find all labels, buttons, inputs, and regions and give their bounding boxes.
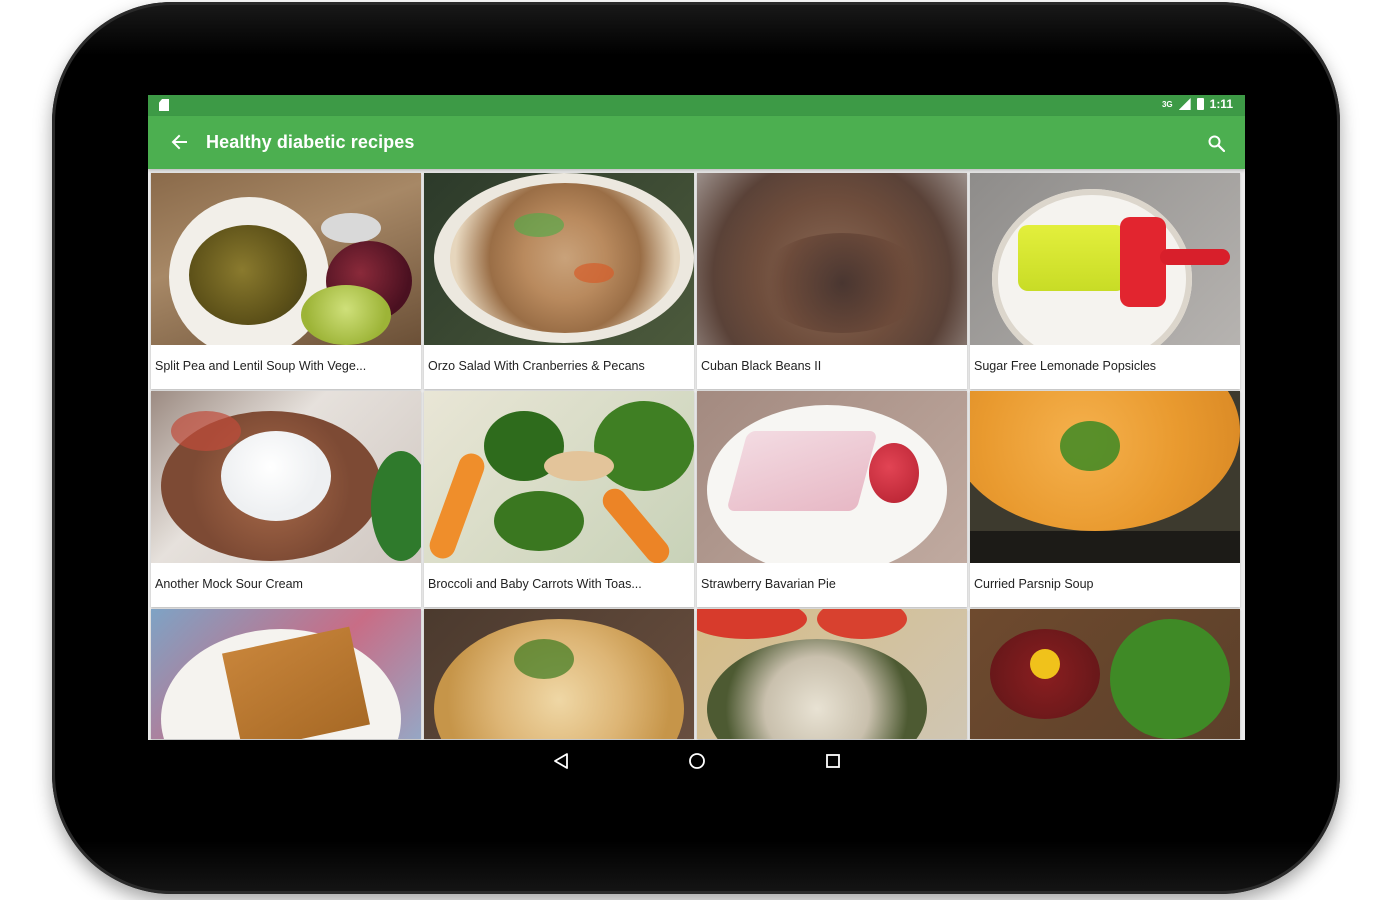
recipe-image [424, 391, 694, 563]
recipe-card[interactable]: Split Pea and Lentil Soup With Vege... [151, 173, 421, 389]
recipe-image [151, 391, 421, 563]
recipe-image [970, 391, 1240, 563]
recipe-image [424, 609, 694, 739]
recipe-card[interactable]: Orzo Salad With Cranberries & Pecans [424, 173, 694, 389]
nav-home-icon [688, 753, 705, 769]
recipe-title: Broccoli and Baby Carrots With Toas... [428, 577, 642, 591]
recipe-title: Sugar Free Lemonade Popsicles [974, 359, 1157, 373]
nav-recents-icon [825, 754, 840, 768]
recipe-card[interactable] [697, 609, 967, 739]
recipe-image [697, 391, 967, 563]
recipe-card[interactable]: Sugar Free Lemonade Popsicles [970, 173, 1240, 389]
recipe-card[interactable] [424, 609, 694, 739]
recipe-image [697, 173, 967, 345]
app-bar: Healthy diabetic recipes [148, 116, 1245, 169]
status-time: 1:11 [1209, 97, 1233, 111]
recipe-title: Another Mock Sour Cream [155, 577, 303, 591]
sd-card-icon [159, 99, 169, 111]
status-bar: 3G 1:11 [148, 95, 1245, 116]
recipe-title: Orzo Salad With Cranberries & Pecans [428, 359, 645, 373]
recipe-card[interactable]: Cuban Black Beans II [697, 173, 967, 389]
signal-icon [1178, 98, 1191, 110]
page-title: Healthy diabetic recipes [206, 132, 415, 152]
app-screen: 3G 1:11 Healthy diabetic recipes Split P… [148, 95, 1245, 740]
recipe-title: Split Pea and Lentil Soup With Vege... [155, 359, 367, 373]
recipe-image [970, 609, 1240, 739]
recipe-image [424, 173, 694, 345]
recipe-card[interactable] [970, 609, 1240, 739]
recipe-grid: Split Pea and Lentil Soup With Vege... O… [151, 173, 1240, 739]
recipe-image [151, 609, 421, 739]
arrow-back-icon [171, 134, 187, 150]
recipe-card[interactable]: Another Mock Sour Cream [151, 391, 421, 607]
search-icon [1208, 135, 1225, 152]
recipe-image [697, 609, 967, 739]
recipe-card[interactable]: Curried Parsnip Soup [970, 391, 1240, 607]
search-button[interactable] [1203, 130, 1229, 156]
recipe-title: Strawberry Bavarian Pie [701, 577, 836, 591]
recipe-card[interactable]: Strawberry Bavarian Pie [697, 391, 967, 607]
nav-home-button[interactable] [685, 749, 709, 773]
recipe-card[interactable] [151, 609, 421, 739]
back-button[interactable] [166, 129, 192, 155]
status-indicators: 3G 1:11 [1162, 97, 1233, 111]
recipe-title: Cuban Black Beans II [701, 359, 822, 373]
battery-icon [1196, 98, 1204, 110]
nav-bar [148, 740, 1245, 782]
recipe-title: Curried Parsnip Soup [974, 577, 1094, 591]
recipe-card[interactable]: Broccoli and Baby Carrots With Toas... [424, 391, 694, 607]
nav-back-button[interactable] [549, 749, 573, 773]
recipe-image [970, 173, 1240, 345]
recipe-image [151, 173, 421, 345]
network-type: 3G [1161, 99, 1173, 109]
nav-back-icon [553, 753, 568, 769]
nav-recents-button[interactable] [821, 749, 845, 773]
